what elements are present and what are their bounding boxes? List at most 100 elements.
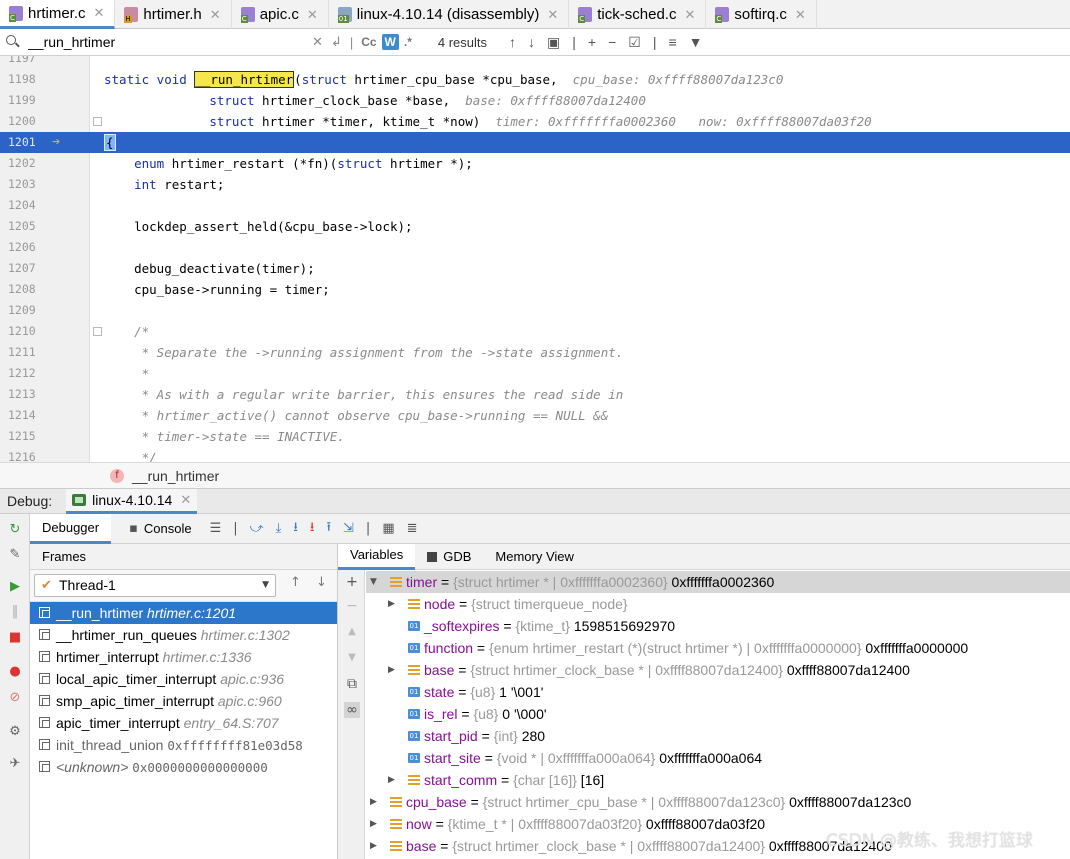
code-line[interactable]: 1215 * timer->state == INACTIVE. [0, 426, 1070, 447]
breadcrumb-function[interactable]: __run_hrtimer [132, 468, 219, 484]
step-out-icon[interactable]: ⭱ [326, 518, 331, 540]
tab-hrtimer-h[interactable]: Hhrtimer.h ✕ [115, 0, 232, 29]
variable-row[interactable]: 01 start_site = {void * | 0xfffffffa000a0… [366, 747, 1070, 769]
add-watch-icon[interactable]: + [344, 574, 360, 590]
close-icon[interactable]: ✕ [307, 7, 318, 23]
tab-variables[interactable]: Variables [338, 543, 416, 570]
code-line[interactable]: 1206 [0, 237, 1070, 258]
new-line-icon[interactable]: ↲ [331, 34, 342, 50]
variable-row[interactable]: 01 state = {u8} 1 '\001' [366, 681, 1070, 703]
thread-dropdown[interactable]: ✔ Thread-1 ▼ [34, 574, 276, 597]
show-watches-icon[interactable]: ∞ [344, 702, 360, 718]
tab-console[interactable]: ▪ Console [111, 514, 204, 544]
code-line[interactable]: 1199 struct hrtimer_clock_base *base, ba… [0, 90, 1070, 111]
search-icon[interactable] [6, 35, 20, 49]
fold-marker-icon[interactable] [93, 117, 102, 126]
force-step-into-icon[interactable]: ⭳ [310, 518, 315, 540]
fold-marker-icon[interactable] [93, 327, 102, 336]
tab-tick-sched-c[interactable]: Ctick-sched.c ✕ [569, 0, 707, 29]
chevron-right-icon[interactable]: ▶ [370, 791, 377, 813]
close-icon[interactable]: ✕ [684, 7, 695, 23]
code-line[interactable]: 1211 * Separate the ->running assignment… [0, 342, 1070, 363]
tab-debugger[interactable]: Debugger [30, 513, 112, 544]
remove-watch-icon[interactable]: − [344, 598, 360, 614]
stack-frame[interactable]: smp_apic_timer_interrupt apic.c:960 [30, 690, 337, 712]
code-line[interactable]: 1204 [0, 195, 1070, 216]
pause-icon[interactable]: ‖ [7, 604, 23, 620]
remove-occurrence-icon[interactable]: − [608, 34, 616, 50]
code-line[interactable]: 1216 */ [0, 447, 1070, 462]
move-down-icon[interactable]: ▼ [344, 652, 360, 663]
run-to-cursor-icon[interactable]: ⇲ [343, 521, 354, 536]
stack-frame[interactable]: apic_timer_interrupt entry_64.S:707 [30, 712, 337, 734]
gear-icon[interactable]: ⚙ [7, 724, 23, 740]
tab-softirq-c[interactable]: Csoftirq.c ✕ [706, 0, 817, 29]
filter-icon[interactable]: ▼ [689, 34, 703, 50]
code-line[interactable]: 1214 * hrtimer_active() cannot observe c… [0, 405, 1070, 426]
code-line[interactable]: 1205 lockdep_assert_held(&cpu_base->lock… [0, 216, 1070, 237]
select-all-occurrences-icon[interactable]: ▣ [547, 34, 560, 51]
view-breakpoints-icon[interactable]: ● [7, 664, 23, 680]
code-line[interactable]: 1202 enum hrtimer_restart (*fn)(struct h… [0, 153, 1070, 174]
add-occurrence-icon[interactable]: + [588, 34, 596, 50]
variable-row[interactable]: ▶ cpu_base = {struct hrtimer_cpu_base * |… [366, 791, 1070, 813]
show-execution-point-icon[interactable]: ⤻ [250, 521, 264, 536]
variable-row[interactable]: ▶ start_comm = {char [16]} [16] [366, 769, 1070, 791]
move-up-icon[interactable]: ▲ [344, 626, 360, 637]
stack-frame[interactable]: <unknown> 0x0000000000000000 [30, 756, 337, 778]
next-frame-icon[interactable]: ↓ [316, 575, 327, 590]
stack-frame[interactable]: local_apic_timer_interrupt apic.c:936 [30, 668, 337, 690]
code-editor[interactable]: 1197 1198 static void __run_hrtimer(struct… [0, 56, 1070, 462]
stack-frame[interactable]: __run_hrtimer hrtimer.c:1201 [30, 602, 337, 624]
more-icon[interactable]: ≣ [407, 521, 418, 536]
debug-session-tab[interactable]: linux-4.10.14 ✕ [66, 488, 198, 514]
evaluate-expression-icon[interactable]: ▦ [382, 521, 394, 536]
stop-icon[interactable]: ■ [7, 630, 23, 646]
whole-words-toggle[interactable]: W [381, 34, 399, 50]
chevron-right-icon[interactable]: ▶ [388, 659, 395, 681]
settings-wrench-icon[interactable]: ✎ [7, 547, 23, 563]
chevron-right-icon[interactable]: ▶ [370, 813, 377, 835]
close-icon[interactable]: ✕ [547, 7, 558, 23]
tab-apic-c[interactable]: Capic.c ✕ [232, 0, 329, 29]
next-occurrence-icon[interactable]: ↓ [528, 34, 535, 50]
previous-occurrence-icon[interactable]: ↑ [509, 34, 516, 50]
code-line[interactable]: 1200 struct hrtimer *timer, ktime_t *now… [0, 111, 1070, 132]
search-input[interactable] [28, 34, 308, 50]
current-execution-line[interactable]: 1201 ➔ { [0, 132, 1070, 153]
close-icon[interactable]: ✕ [210, 7, 221, 23]
filter-settings-icon[interactable]: ≡ [668, 34, 676, 50]
tab-memory-view[interactable]: Memory View [483, 544, 586, 570]
match-case-toggle[interactable]: Cc [358, 34, 379, 50]
code-line[interactable]: 1209 [0, 300, 1070, 321]
variable-row[interactable]: ▼ timer = {struct hrtimer * | 0xfffffffa0… [366, 571, 1070, 593]
close-icon[interactable]: ✕ [180, 492, 191, 508]
variable-row[interactable]: 01 function = {enum hrtimer_restart (*)(s… [366, 637, 1070, 659]
tab-hrtimer-c[interactable]: Chrtimer.c ✕ [0, 0, 116, 29]
copy-icon[interactable]: ⧉ [344, 676, 360, 692]
tab-linux-4-10-14-disassembly-[interactable]: 01 linux-4.10.14 (disassembly) ✕ [329, 0, 570, 29]
code-line[interactable]: 1207 debug_deactivate(timer); [0, 258, 1070, 279]
close-icon[interactable]: ✕ [94, 5, 105, 21]
close-icon[interactable]: ✕ [795, 7, 806, 23]
stack-frame[interactable]: init_thread_union 0xffffffff81e03d58 [30, 734, 337, 756]
variable-row[interactable]: ▶ node = {struct timerqueue_node} [366, 593, 1070, 615]
select-all-matches-icon[interactable]: ☑ [628, 34, 641, 51]
chevron-down-icon[interactable]: ▼ [370, 571, 377, 593]
tab-gdb[interactable]: GDB [415, 544, 483, 570]
chevron-right-icon[interactable]: ▶ [388, 593, 395, 615]
clear-search-icon[interactable]: ✕ [312, 34, 323, 50]
code-line[interactable]: 1203 int restart; [0, 174, 1070, 195]
code-line[interactable]: 1213 * As with a regular write barrier, … [0, 384, 1070, 405]
pin-icon[interactable]: ✈ [7, 756, 23, 772]
resume-icon[interactable]: ▶ [7, 579, 23, 595]
layout-menu-icon[interactable]: ☰ [210, 521, 222, 536]
previous-frame-icon[interactable]: ↑ [290, 575, 301, 590]
variable-row[interactable]: 01 is_rel = {u8} 0 '\000' [366, 703, 1070, 725]
step-over-icon[interactable]: ⤓ [276, 521, 282, 536]
stack-frame[interactable]: __hrtimer_run_queues hrtimer.c:1302 [30, 624, 337, 646]
code-line[interactable]: 1197 [0, 56, 1070, 69]
mute-breakpoints-icon[interactable]: ⊘ [7, 690, 23, 706]
rerun-icon[interactable]: ↻ [7, 522, 23, 538]
stack-frame[interactable]: hrtimer_interrupt hrtimer.c:1336 [30, 646, 337, 668]
